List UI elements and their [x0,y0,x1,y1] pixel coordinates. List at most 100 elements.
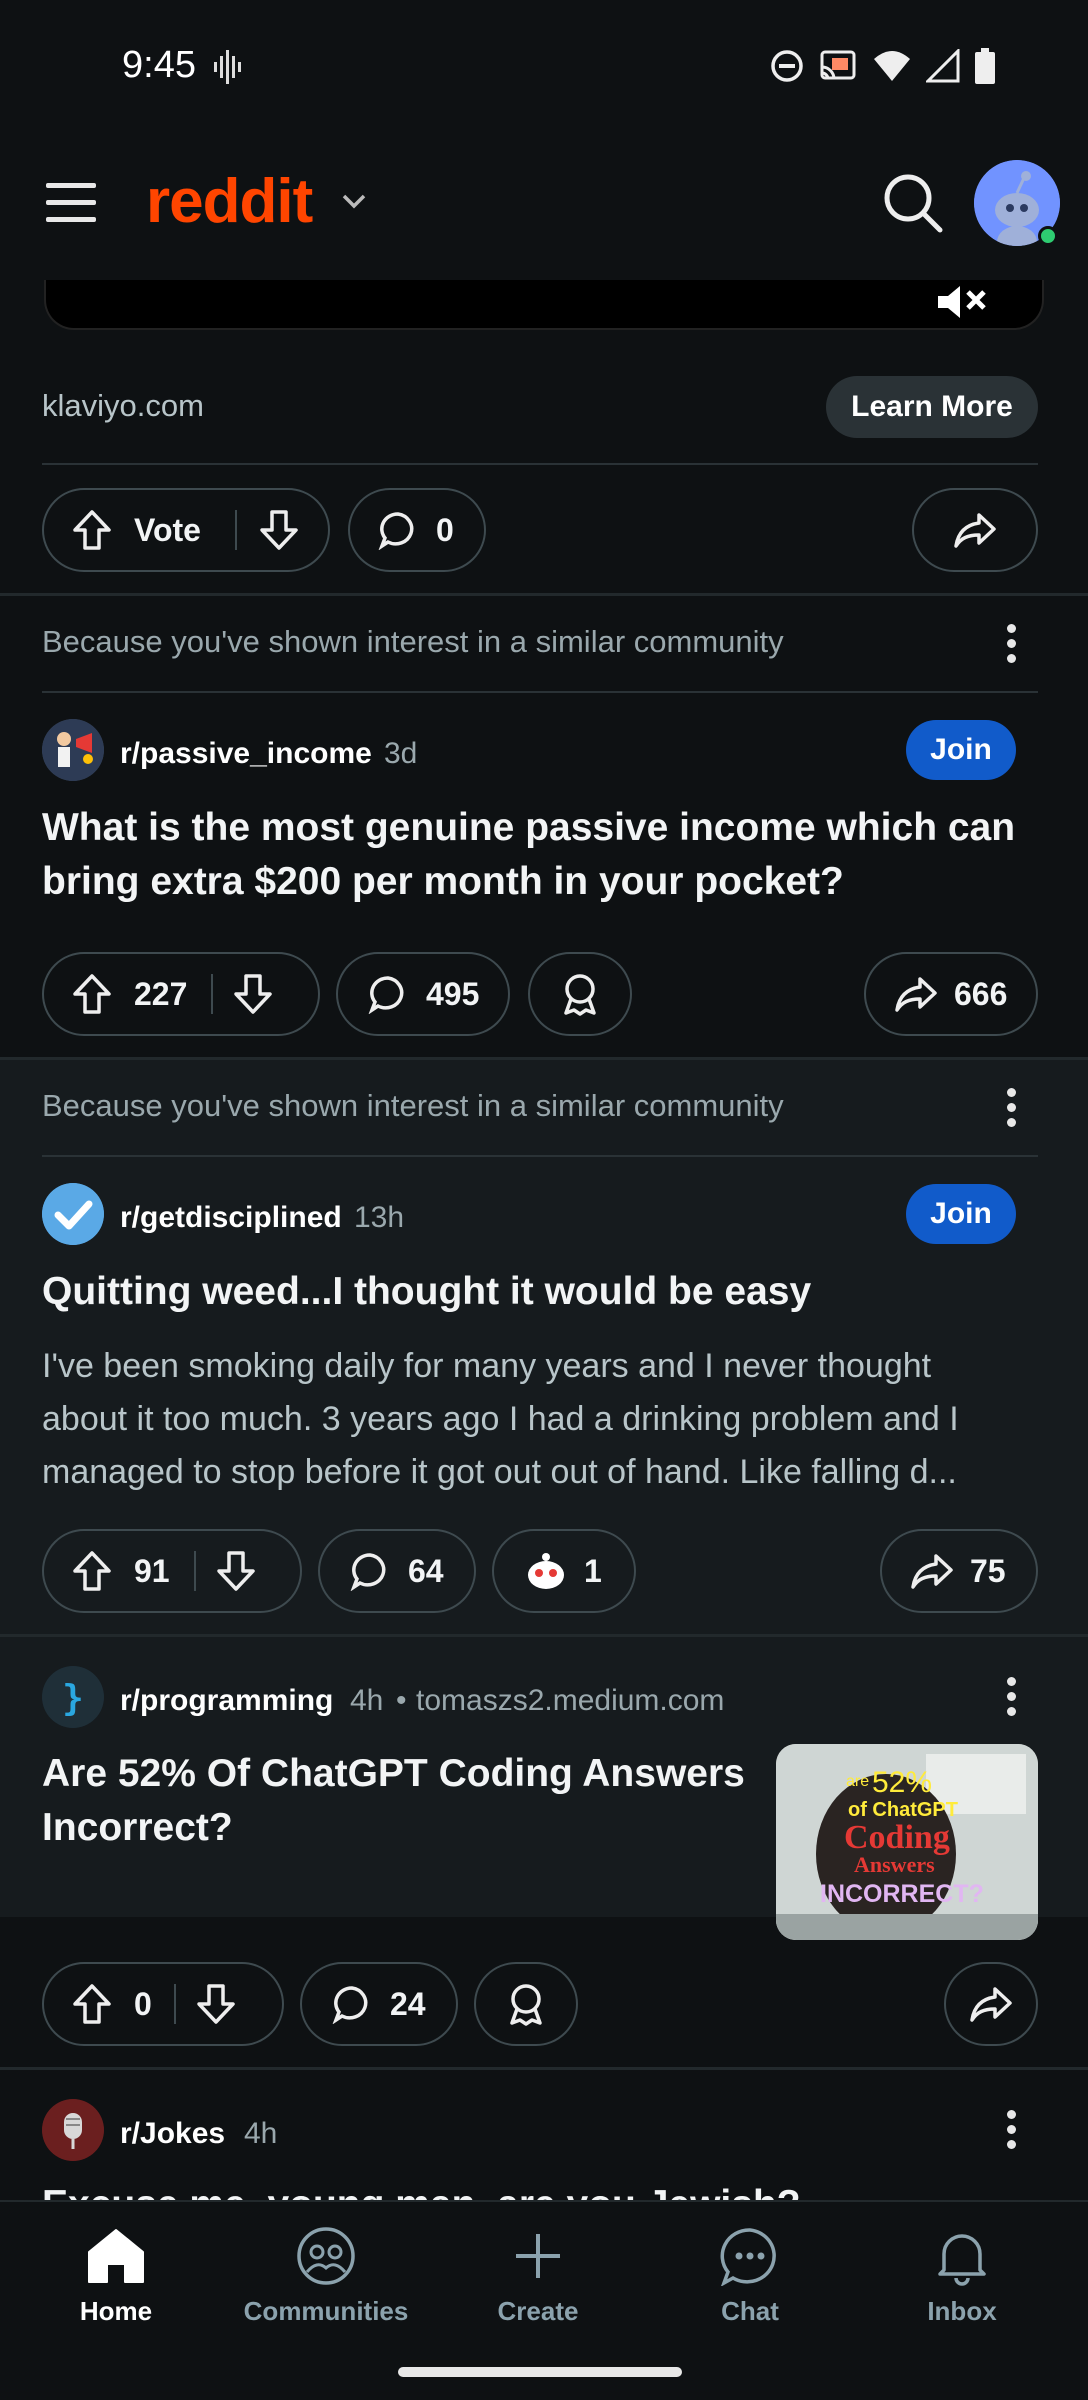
meta-dot: • [396,1684,407,1717]
brace-icon: } [42,1666,104,1728]
recommendation-reason: Because you've shown interest in a simil… [42,624,784,659]
communities-icon [297,2227,355,2285]
passive-income-avatar-icon [42,719,104,781]
vote-pill: 91 [42,1529,302,1613]
more-options-icon[interactable] [1005,1677,1017,1722]
nav-label: Chat [721,2296,779,2326]
post-thumbnail[interactable]: are 52% of ChatGPT Coding Answers INCORR… [776,1744,1038,1940]
menu-icon[interactable] [46,183,96,223]
vote-label: Vote [134,511,201,548]
more-options-icon[interactable] [1005,2110,1017,2155]
signal-icon [926,49,960,83]
comments-button[interactable]: 0 [348,488,486,572]
share-button[interactable]: 75 [880,1529,1038,1613]
award-button[interactable] [474,1962,578,2046]
post-body-line: about it too much. 3 years ago I had a d… [42,1400,959,1438]
nav-inbox[interactable]: Inbox [872,2226,1052,2327]
downvote-icon[interactable] [259,509,299,551]
nav-label: Create [497,2296,579,2326]
more-options-icon[interactable] [1005,1088,1017,1133]
award-button[interactable] [528,952,632,1036]
post-age: 3d [384,737,418,770]
downvote-icon[interactable] [216,1550,256,1592]
vote-pill: Vote [42,488,330,572]
upvote-icon[interactable] [72,1550,112,1592]
nav-communities[interactable]: Communities [236,2226,416,2327]
post-age: 13h [354,1201,405,1234]
subreddit-name[interactable]: r/Jokes [120,2117,225,2151]
comments-button[interactable]: 495 [336,952,510,1036]
feed[interactable]: klaviyo.com Learn More Vote 0 Because yo… [0,280,1088,2200]
share-button[interactable] [912,488,1038,572]
chat-icon [720,2228,776,2286]
subreddit-avatar[interactable] [42,1183,104,1245]
award-button[interactable]: 1 [492,1529,636,1613]
mute-icon[interactable] [936,284,992,320]
online-status-dot [1038,226,1058,246]
vote-separator [193,1551,196,1591]
nav-home[interactable]: Home [26,2226,206,2327]
nav-label: Inbox [927,2296,997,2326]
subreddit-name[interactable]: r/passive_income [120,737,372,771]
subreddit-avatar[interactable] [42,2099,104,2161]
post-separator [0,1634,1088,1637]
battery-icon [975,48,995,84]
ad-domain[interactable]: klaviyo.com [42,388,204,424]
subreddit-name[interactable]: r/programming [120,1684,333,1718]
downvote-icon[interactable] [233,973,273,1015]
comment-icon [350,1553,386,1591]
checkmark-icon [42,1183,104,1245]
share-icon [954,513,996,548]
post-separator [0,2067,1088,2070]
subreddit-avatar[interactable] [42,719,104,781]
vote-count: 91 [134,1552,170,1589]
home-indicator[interactable] [398,2367,682,2377]
share-icon [911,1554,953,1589]
thumb-text-a: are [846,1773,869,1790]
vote-pill: 0 [42,1962,284,2046]
divider [42,1155,1038,1157]
ad-video[interactable] [44,280,1044,330]
more-options-icon[interactable] [1005,624,1017,669]
join-button[interactable]: Join [906,720,1016,780]
comment-count: 495 [426,975,480,1012]
post-title[interactable]: Quitting weed...I thought it would be ea… [42,1265,811,1319]
chevron-down-icon[interactable] [340,192,368,212]
vote-count: 0 [134,1985,152,2022]
upvote-icon[interactable] [72,973,112,1015]
learn-more-button[interactable]: Learn More [826,376,1038,438]
downvote-icon[interactable] [196,1983,236,2025]
comments-button[interactable]: 64 [318,1529,476,1613]
bell-icon [938,2234,986,2286]
vote-count: 227 [134,975,188,1012]
post-title[interactable]: Are 52% Of ChatGPT Coding Answers Incorr… [42,1747,745,1855]
post-title[interactable]: What is the most genuine passive income … [42,801,1015,909]
nav-label: Home [79,2296,153,2326]
reddit-logo[interactable]: reddit [146,166,313,237]
plus-icon [516,2234,560,2278]
share-button[interactable]: 666 [864,952,1038,1036]
comment-icon [378,512,414,550]
snoo-award-icon [528,1553,564,1589]
subreddit-avatar[interactable]: } [42,1666,104,1728]
award-icon [564,974,596,1016]
comment-count: 0 [436,511,454,548]
post-body[interactable]: I've been smoking daily for many years a… [42,1340,1042,1499]
post-domain[interactable]: tomaszs2.medium.com [416,1684,724,1718]
home-icon [88,2229,144,2283]
post-title[interactable]: Excuse me, young man, are you Jewish? [42,2178,801,2200]
divider [42,691,1038,693]
nav-create[interactable]: Create [448,2226,628,2327]
post-body-line: managed to stop before it got out out of… [42,1453,957,1491]
join-button[interactable]: Join [906,1184,1016,1244]
subreddit-name[interactable]: r/getdisciplined [120,1201,342,1235]
voice-wave-icon [214,50,241,84]
post-age: 4h [350,1684,384,1717]
comments-button[interactable]: 24 [300,1962,458,2046]
upvote-icon[interactable] [72,509,112,551]
upvote-icon[interactable] [72,1983,112,2025]
vote-separator [211,974,214,1014]
nav-chat[interactable]: Chat [660,2226,840,2327]
search-icon[interactable] [880,170,946,236]
share-button[interactable] [944,1962,1038,2046]
